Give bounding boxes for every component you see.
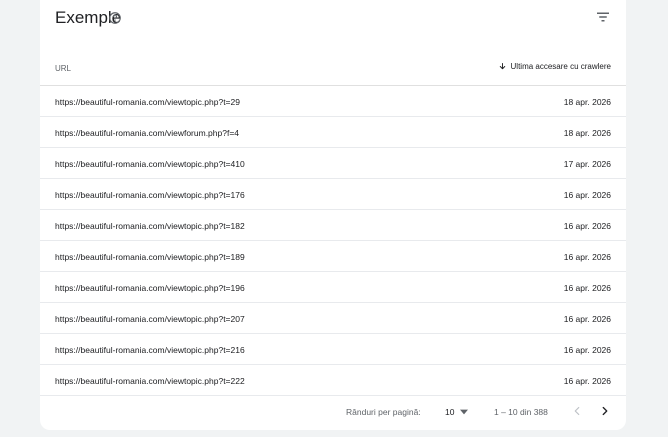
- column-header-last-crawl[interactable]: Ultima accesare cu crawlere: [498, 62, 611, 71]
- rows-per-page-value: 10: [445, 407, 455, 417]
- rows-per-page-select[interactable]: 10: [445, 403, 475, 421]
- chevron-left-icon[interactable]: [570, 404, 584, 418]
- cell-last-crawl-date: 16 apr. 2026: [563, 221, 611, 231]
- table-row[interactable]: https://beautiful-romania.com/viewtopic.…: [40, 334, 626, 365]
- cell-url[interactable]: https://beautiful-romania.com/viewtopic.…: [55, 283, 245, 293]
- caret-down-icon: [460, 409, 469, 415]
- pagination: Rânduri per pagină: 10 1 – 10 din 388: [40, 398, 626, 426]
- column-header-url[interactable]: URL: [55, 64, 71, 73]
- cell-last-crawl-date: 16 apr. 2026: [563, 376, 611, 386]
- chevron-right-icon[interactable]: [598, 404, 612, 418]
- arrow-down-icon: [499, 63, 505, 70]
- cell-last-crawl-date: 16 apr. 2026: [563, 314, 611, 324]
- cell-last-crawl-date: 16 apr. 2026: [563, 345, 611, 355]
- cell-url[interactable]: https://beautiful-romania.com/viewforum.…: [55, 128, 239, 138]
- cell-url[interactable]: https://beautiful-romania.com/viewtopic.…: [55, 252, 245, 262]
- cell-last-crawl-date: 16 apr. 2026: [563, 283, 611, 293]
- table-row[interactable]: https://beautiful-romania.com/viewtopic.…: [40, 303, 626, 334]
- column-header-last-crawl-label: Ultima accesare cu crawlere: [510, 62, 611, 71]
- filter-icon[interactable]: [594, 8, 612, 26]
- cell-last-crawl-date: 16 apr. 2026: [563, 252, 611, 262]
- table-row[interactable]: https://beautiful-romania.com/viewforum.…: [40, 117, 626, 148]
- cell-url[interactable]: https://beautiful-romania.com/viewtopic.…: [55, 314, 245, 324]
- table-row[interactable]: https://beautiful-romania.com/viewtopic.…: [40, 86, 626, 117]
- table-row[interactable]: https://beautiful-romania.com/viewtopic.…: [40, 179, 626, 210]
- pagination-range: 1 – 10 din 388: [494, 407, 548, 417]
- cell-url[interactable]: https://beautiful-romania.com/viewtopic.…: [55, 159, 245, 169]
- table-row[interactable]: https://beautiful-romania.com/viewtopic.…: [40, 272, 626, 303]
- cell-url[interactable]: https://beautiful-romania.com/viewtopic.…: [55, 97, 240, 107]
- cell-url[interactable]: https://beautiful-romania.com/viewtopic.…: [55, 376, 245, 386]
- table-body: https://beautiful-romania.com/viewtopic.…: [40, 86, 626, 396]
- card-header: Exemple: [40, 0, 626, 40]
- cell-last-crawl-date: 18 apr. 2026: [563, 97, 611, 107]
- table-row[interactable]: https://beautiful-romania.com/viewtopic.…: [40, 148, 626, 179]
- help-circle-icon[interactable]: [108, 11, 122, 25]
- table-row[interactable]: https://beautiful-romania.com/viewtopic.…: [40, 210, 626, 241]
- cell-last-crawl-date: 17 apr. 2026: [563, 159, 611, 169]
- examples-table: URL Ultima accesare cu crawlere https://…: [40, 52, 626, 396]
- rows-per-page-label: Rânduri per pagină:: [346, 407, 421, 417]
- examples-card: Exemple URL Ultima accesare cu crawlere …: [40, 0, 626, 430]
- cell-url[interactable]: https://beautiful-romania.com/viewtopic.…: [55, 345, 245, 355]
- table-row[interactable]: https://beautiful-romania.com/viewtopic.…: [40, 365, 626, 396]
- cell-last-crawl-date: 16 apr. 2026: [563, 190, 611, 200]
- table-header: URL Ultima accesare cu crawlere: [40, 52, 626, 86]
- cell-url[interactable]: https://beautiful-romania.com/viewtopic.…: [55, 190, 245, 200]
- cell-url[interactable]: https://beautiful-romania.com/viewtopic.…: [55, 221, 245, 231]
- table-row[interactable]: https://beautiful-romania.com/viewtopic.…: [40, 241, 626, 272]
- cell-last-crawl-date: 18 apr. 2026: [563, 128, 611, 138]
